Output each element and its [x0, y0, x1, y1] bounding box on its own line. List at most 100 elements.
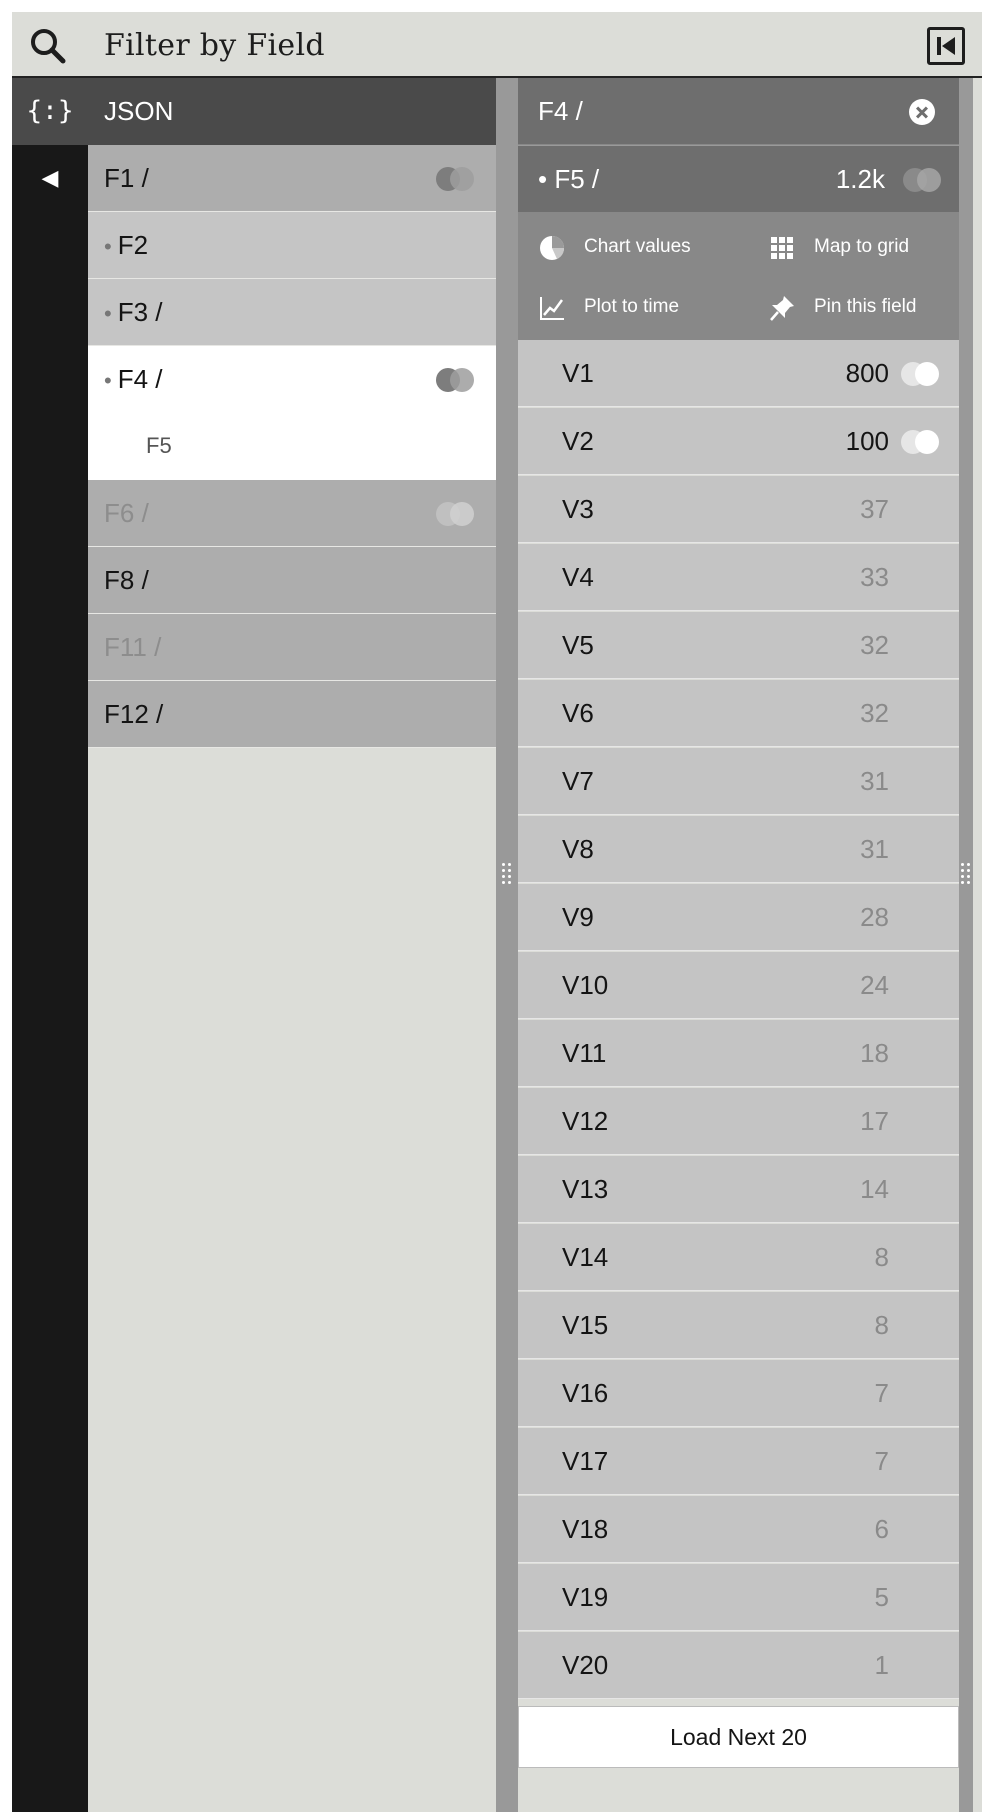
close-icon[interactable] — [909, 99, 935, 125]
field-toggle-icon[interactable] — [436, 502, 474, 526]
left-rail: {:} ◀ — [12, 78, 88, 1812]
value-row[interactable]: V11 18 — [518, 1020, 959, 1087]
value-row[interactable]: V6 32 — [518, 680, 959, 747]
value-row[interactable]: V16 7 — [518, 1360, 959, 1427]
json-braces-icon[interactable]: {:} — [12, 78, 88, 145]
search-icon[interactable] — [28, 26, 68, 66]
back-arrow-icon[interactable]: ◀ — [12, 145, 88, 212]
value-row[interactable]: V12 17 — [518, 1088, 959, 1155]
value-name: V16 — [562, 1378, 609, 1408]
value-row[interactable]: V17 7 — [518, 1428, 959, 1495]
value-count: 31 — [860, 766, 889, 796]
value-row[interactable]: V10 24 — [518, 952, 959, 1019]
value-name: V10 — [562, 970, 609, 1000]
map-to-grid-button[interactable]: Map to grid — [748, 218, 959, 276]
grip-dots-icon — [501, 861, 513, 891]
value-row[interactable]: V13 14 — [518, 1156, 959, 1223]
value-name: V2 — [562, 426, 594, 456]
field-label: F4 / — [117, 364, 163, 394]
field-item-f3[interactable]: • F3 / — [88, 279, 496, 346]
column-resize-handle[interactable] — [496, 78, 518, 1812]
value-count: 17 — [860, 1106, 889, 1136]
chart-values-button[interactable]: Chart values — [518, 218, 738, 276]
value-row[interactable]: V8 31 — [518, 816, 959, 883]
value-name: V9 — [562, 902, 594, 932]
grip-dots-icon — [960, 861, 972, 891]
value-count: 28 — [860, 902, 889, 932]
selected-field-row[interactable]: • F5 / 1.2k — [518, 145, 959, 212]
field-item-f11[interactable]: F11 / — [88, 614, 496, 681]
value-count: 24 — [860, 970, 889, 1000]
value-count: 7 — [874, 1446, 889, 1476]
field-count: 1.2k — [835, 164, 885, 194]
value-row[interactable]: V19 5 — [518, 1564, 959, 1631]
value-count: 33 — [860, 562, 889, 592]
value-row[interactable]: V5 32 — [518, 612, 959, 679]
field-item-f2[interactable]: • F2 — [88, 212, 496, 279]
skip-to-start-icon[interactable] — [927, 27, 965, 65]
value-toggle-icon[interactable] — [901, 430, 939, 454]
value-row[interactable]: V3 37 — [518, 476, 959, 543]
field-actions: Chart values Map to grid Plot to time Pi… — [518, 212, 959, 340]
value-row[interactable]: V9 28 — [518, 884, 959, 951]
field-item-f4[interactable]: • F4 / — [88, 346, 496, 413]
header-bar: Filter by Field — [12, 12, 982, 78]
field-list-header: JSON — [88, 78, 496, 145]
field-item-f8[interactable]: F8 / — [88, 547, 496, 614]
plot-to-time-button[interactable]: Plot to time — [518, 278, 738, 336]
value-count: 31 — [860, 834, 889, 864]
value-count: 32 — [860, 630, 889, 660]
value-row[interactable]: V2 100 — [518, 408, 959, 475]
value-toggle-icon[interactable] — [901, 362, 939, 386]
value-name: V3 — [562, 494, 594, 524]
field-item-f12[interactable]: F12 / — [88, 681, 496, 748]
value-count: 32 — [860, 698, 889, 728]
value-count: 18 — [860, 1038, 889, 1068]
value-name: V18 — [562, 1514, 609, 1544]
value-name: V15 — [562, 1310, 609, 1340]
value-count: 8 — [874, 1242, 889, 1272]
field-toggle-icon[interactable] — [903, 168, 941, 192]
value-row[interactable]: V4 33 — [518, 544, 959, 611]
chart-values-label: Chart values — [584, 236, 691, 257]
value-count: 14 — [860, 1174, 889, 1204]
value-name: V4 — [562, 562, 594, 592]
field-item-f1[interactable]: F1 / — [88, 145, 496, 212]
value-row[interactable]: V7 31 — [518, 748, 959, 815]
field-label: F5 — [146, 433, 172, 458]
value-row[interactable]: V20 1 — [518, 1632, 959, 1699]
value-panel-header: F4 / — [518, 78, 959, 145]
bullet-icon: • — [104, 301, 112, 326]
value-row[interactable]: V15 8 — [518, 1292, 959, 1359]
bullet-icon: • — [104, 234, 112, 259]
field-toggle-icon[interactable] — [436, 368, 474, 392]
panel-resize-handle[interactable] — [959, 78, 973, 1812]
pin-field-button[interactable]: Pin this field — [748, 278, 959, 336]
line-chart-icon — [540, 297, 564, 320]
value-name: V11 — [562, 1038, 607, 1068]
value-name: V14 — [562, 1242, 609, 1272]
value-row[interactable]: V18 6 — [518, 1496, 959, 1563]
load-next-button[interactable]: Load Next 20 — [518, 1706, 959, 1768]
value-name: V5 — [562, 630, 594, 660]
value-count: 5 — [874, 1582, 889, 1612]
field-toggle-icon[interactable] — [436, 167, 474, 191]
field-label: F1 / — [104, 163, 149, 193]
field-label: F8 / — [104, 565, 149, 595]
field-item-f5[interactable]: F5 — [88, 413, 496, 480]
value-name: V12 — [562, 1106, 609, 1136]
value-count: 8 — [874, 1310, 889, 1340]
value-row[interactable]: V14 8 — [518, 1224, 959, 1291]
value-name: V20 — [562, 1650, 609, 1680]
field-item-f6[interactable]: F6 / — [88, 480, 496, 547]
pie-chart-icon — [540, 236, 565, 260]
field-label: F6 / — [104, 498, 149, 528]
plot-to-time-label: Plot to time — [584, 296, 680, 317]
breadcrumb: F4 / — [538, 96, 583, 126]
value-name: V17 — [562, 1446, 609, 1476]
field-label: F12 / — [104, 699, 164, 729]
pushpin-icon — [770, 296, 794, 321]
map-to-grid-label: Map to grid — [814, 236, 910, 257]
value-name: V6 — [562, 698, 594, 728]
value-row[interactable]: V1 800 — [518, 340, 959, 407]
